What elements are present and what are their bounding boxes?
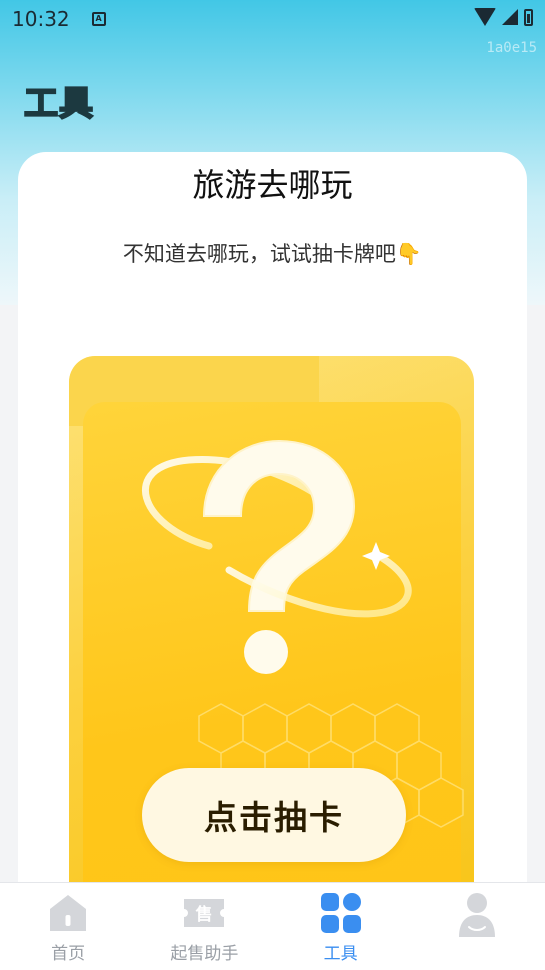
- nav-label-home: 首页: [51, 944, 86, 964]
- card-panel: 旅游去哪玩 不知道去哪玩，试试抽卡牌吧👇 点击抽卡: [18, 152, 527, 896]
- signal-icon: [502, 9, 518, 25]
- card-title: 旅游去哪玩: [192, 166, 353, 204]
- svg-text:售: 售: [196, 904, 213, 925]
- mystery-card[interactable]: 点击抽卡: [69, 356, 474, 896]
- notification-icon: A: [91, 12, 106, 26]
- wifi-icon: [474, 8, 496, 26]
- nav-item-sale-assistant[interactable]: 售 起售助手: [136, 883, 272, 970]
- watermark: 1a0e15: [486, 40, 537, 56]
- sale-icon: 售: [184, 899, 225, 927]
- nav-label-sale-assistant: 起售助手: [170, 944, 239, 964]
- tools-grid-icon: [320, 893, 361, 933]
- sparkle-icon: [362, 542, 390, 570]
- nav-item-tools[interactable]: 工具: [273, 883, 409, 970]
- nav-item-profile[interactable]: [409, 883, 545, 970]
- profile-icon: [458, 893, 495, 937]
- draw-card-button[interactable]: 点击抽卡: [142, 768, 406, 862]
- home-icon: [50, 895, 87, 931]
- status-bar: 10:32 A: [0, 0, 545, 38]
- status-icons: [474, 8, 533, 26]
- nav-item-home[interactable]: 首页: [0, 883, 136, 970]
- card-subtitle: 不知道去哪玩，试试抽卡牌吧👇: [122, 242, 423, 266]
- page-title: 工具: [23, 83, 94, 125]
- status-time: 10:32: [12, 7, 70, 31]
- battery-icon: [524, 8, 533, 26]
- bottom-nav: 首页 售 起售助手 工具: [0, 882, 545, 970]
- nav-label-tools: 工具: [323, 944, 358, 964]
